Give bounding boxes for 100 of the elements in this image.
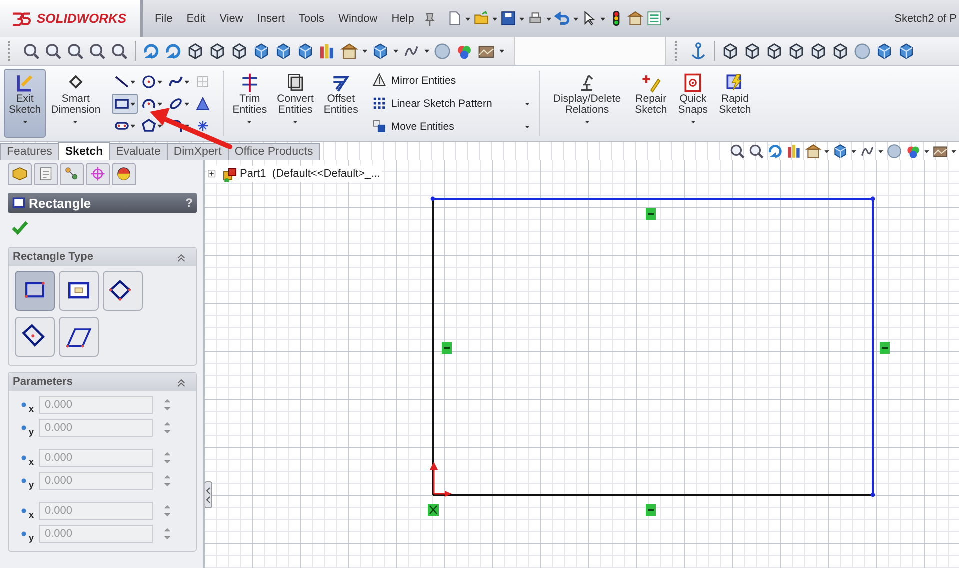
wireframe-cube-icon[interactable]: [787, 42, 806, 60]
ribbon-button[interactable]: Exit Sketch: [4, 69, 46, 138]
cube-icon[interactable]: [296, 42, 315, 60]
tab[interactable]: Office Products: [228, 143, 320, 160]
sketch-rectangle[interactable]: [430, 196, 876, 498]
tab[interactable]: Sketch: [58, 142, 110, 160]
zoom-icon[interactable]: [110, 42, 129, 60]
ribbon-button[interactable]: Display/Delete Relations: [544, 69, 630, 138]
rectangle-type-button[interactable]: [103, 271, 143, 311]
anchor-icon[interactable]: [689, 42, 708, 60]
panel-title: Rectangle: [29, 196, 92, 210]
zoom-icon[interactable]: [88, 42, 107, 60]
rectangle-type-button[interactable]: [15, 271, 55, 311]
zoom-icon[interactable]: [44, 42, 63, 60]
panel-collapse-handle[interactable]: [205, 482, 212, 508]
feature-tree-icon: [11, 165, 29, 183]
help-button[interactable]: ?: [186, 196, 193, 210]
wireframe-cube-icon[interactable]: [230, 42, 249, 60]
panel-tab[interactable]: [86, 163, 110, 185]
relation-marker[interactable]: [428, 504, 439, 516]
expand-icon[interactable]: [207, 168, 218, 180]
rotate-icon[interactable]: [164, 42, 183, 60]
menu-item[interactable]: Window: [332, 12, 384, 24]
zoom-icon[interactable]: [22, 42, 41, 60]
panel-tab[interactable]: [60, 163, 84, 185]
menu-item[interactable]: Tools: [292, 12, 331, 24]
ribbon-button[interactable]: Mirror Entities: [371, 72, 532, 89]
logo-icon: [10, 10, 33, 27]
cube-icon[interactable]: [832, 142, 849, 160]
cube-icon[interactable]: [252, 42, 271, 60]
wireframe-cube-icon[interactable]: [208, 42, 227, 60]
zoom-icon[interactable]: [66, 42, 85, 60]
save-icon[interactable]: [500, 10, 518, 27]
spinner-icon[interactable]: [163, 398, 172, 412]
menu-item[interactable]: Help: [386, 12, 420, 24]
snaps-icon: [682, 72, 704, 94]
zoom-icon[interactable]: [729, 142, 746, 160]
point-icon: [21, 455, 27, 461]
ribbon-button[interactable]: Smart Dimension: [46, 69, 106, 138]
axis-label: x: [29, 510, 36, 520]
menu-item[interactable]: File: [149, 12, 179, 24]
wireframe-cube-icon[interactable]: [809, 42, 828, 60]
menu-item[interactable]: View: [214, 12, 250, 24]
rectangle-type-button[interactable]: [59, 317, 99, 357]
relation-marker[interactable]: [442, 342, 452, 354]
ribbon-button[interactable]: Move Entities: [371, 118, 532, 135]
tab[interactable]: Features: [0, 143, 60, 160]
ribbon-button[interactable]: Offset Entities: [318, 69, 364, 138]
triangle-icon: [194, 96, 211, 112]
bars-icon[interactable]: [786, 142, 803, 160]
rotate-icon[interactable]: [767, 142, 784, 160]
tab[interactable]: Evaluate: [109, 143, 168, 160]
point-icon: [21, 402, 27, 408]
wireframe-cube-icon[interactable]: [743, 42, 762, 60]
wireframe-cube-icon[interactable]: [186, 42, 205, 60]
panel-tab[interactable]: [112, 163, 136, 185]
spinner-icon[interactable]: [163, 421, 172, 435]
spinner-icon[interactable]: [163, 504, 172, 518]
axis-label: y: [29, 533, 36, 543]
cube-icon[interactable]: [875, 42, 894, 60]
ribbon-button[interactable]: Repair Sketch: [630, 69, 672, 138]
undo-icon[interactable]: [554, 10, 572, 27]
group-title: Parameters: [13, 376, 73, 388]
sketch-tool-button[interactable]: [112, 94, 138, 114]
wireframe-cube-icon[interactable]: [831, 42, 850, 60]
ribbon-button[interactable]: Rapid Sketch: [714, 69, 756, 138]
ribbon-button[interactable]: Trim Entities: [228, 69, 272, 138]
line-icon: [114, 74, 130, 90]
point-icon: [21, 425, 27, 431]
ribbon-button[interactable]: Convert Entities: [272, 69, 319, 138]
panel-tab[interactable]: [34, 163, 58, 185]
spinner-icon[interactable]: [163, 527, 172, 541]
wireframe-cube-icon[interactable]: [721, 42, 740, 60]
relation-marker[interactable]: [646, 504, 656, 516]
cube-icon[interactable]: [274, 42, 293, 60]
rotate-icon[interactable]: [142, 42, 161, 60]
part-icon: [221, 166, 237, 182]
ribbon-button[interactable]: Linear Sketch Pattern: [371, 95, 532, 112]
cube-icon[interactable]: [897, 42, 916, 60]
circle-icon: [140, 74, 157, 90]
relation-marker[interactable]: [646, 208, 656, 220]
app-logo-text: SOLIDWORKS: [37, 11, 127, 26]
wireframe-cube-icon[interactable]: [765, 42, 784, 60]
axis-label: y: [29, 480, 36, 490]
spinner-icon[interactable]: [163, 474, 172, 488]
spinner-icon[interactable]: [163, 451, 172, 465]
menu-item[interactable]: Edit: [180, 12, 212, 24]
axis-label: y: [29, 427, 36, 437]
rectangle-icon: [12, 196, 26, 210]
ribbon-button[interactable]: Quick Snaps: [672, 69, 714, 138]
menu-item[interactable]: Insert: [251, 12, 291, 24]
tab[interactable]: DimXpert: [166, 143, 229, 160]
target-icon: [89, 165, 107, 183]
panel-tab[interactable]: [8, 163, 32, 185]
rectangle-type-button[interactable]: [15, 317, 55, 357]
sketch-canvas[interactable]: Part1 (Default<<Default>_...: [205, 160, 959, 568]
relation-marker[interactable]: [880, 342, 890, 354]
zoom-icon[interactable]: [748, 142, 765, 160]
cube-icon[interactable]: [371, 42, 390, 60]
rectangle-type-button[interactable]: [59, 271, 99, 311]
